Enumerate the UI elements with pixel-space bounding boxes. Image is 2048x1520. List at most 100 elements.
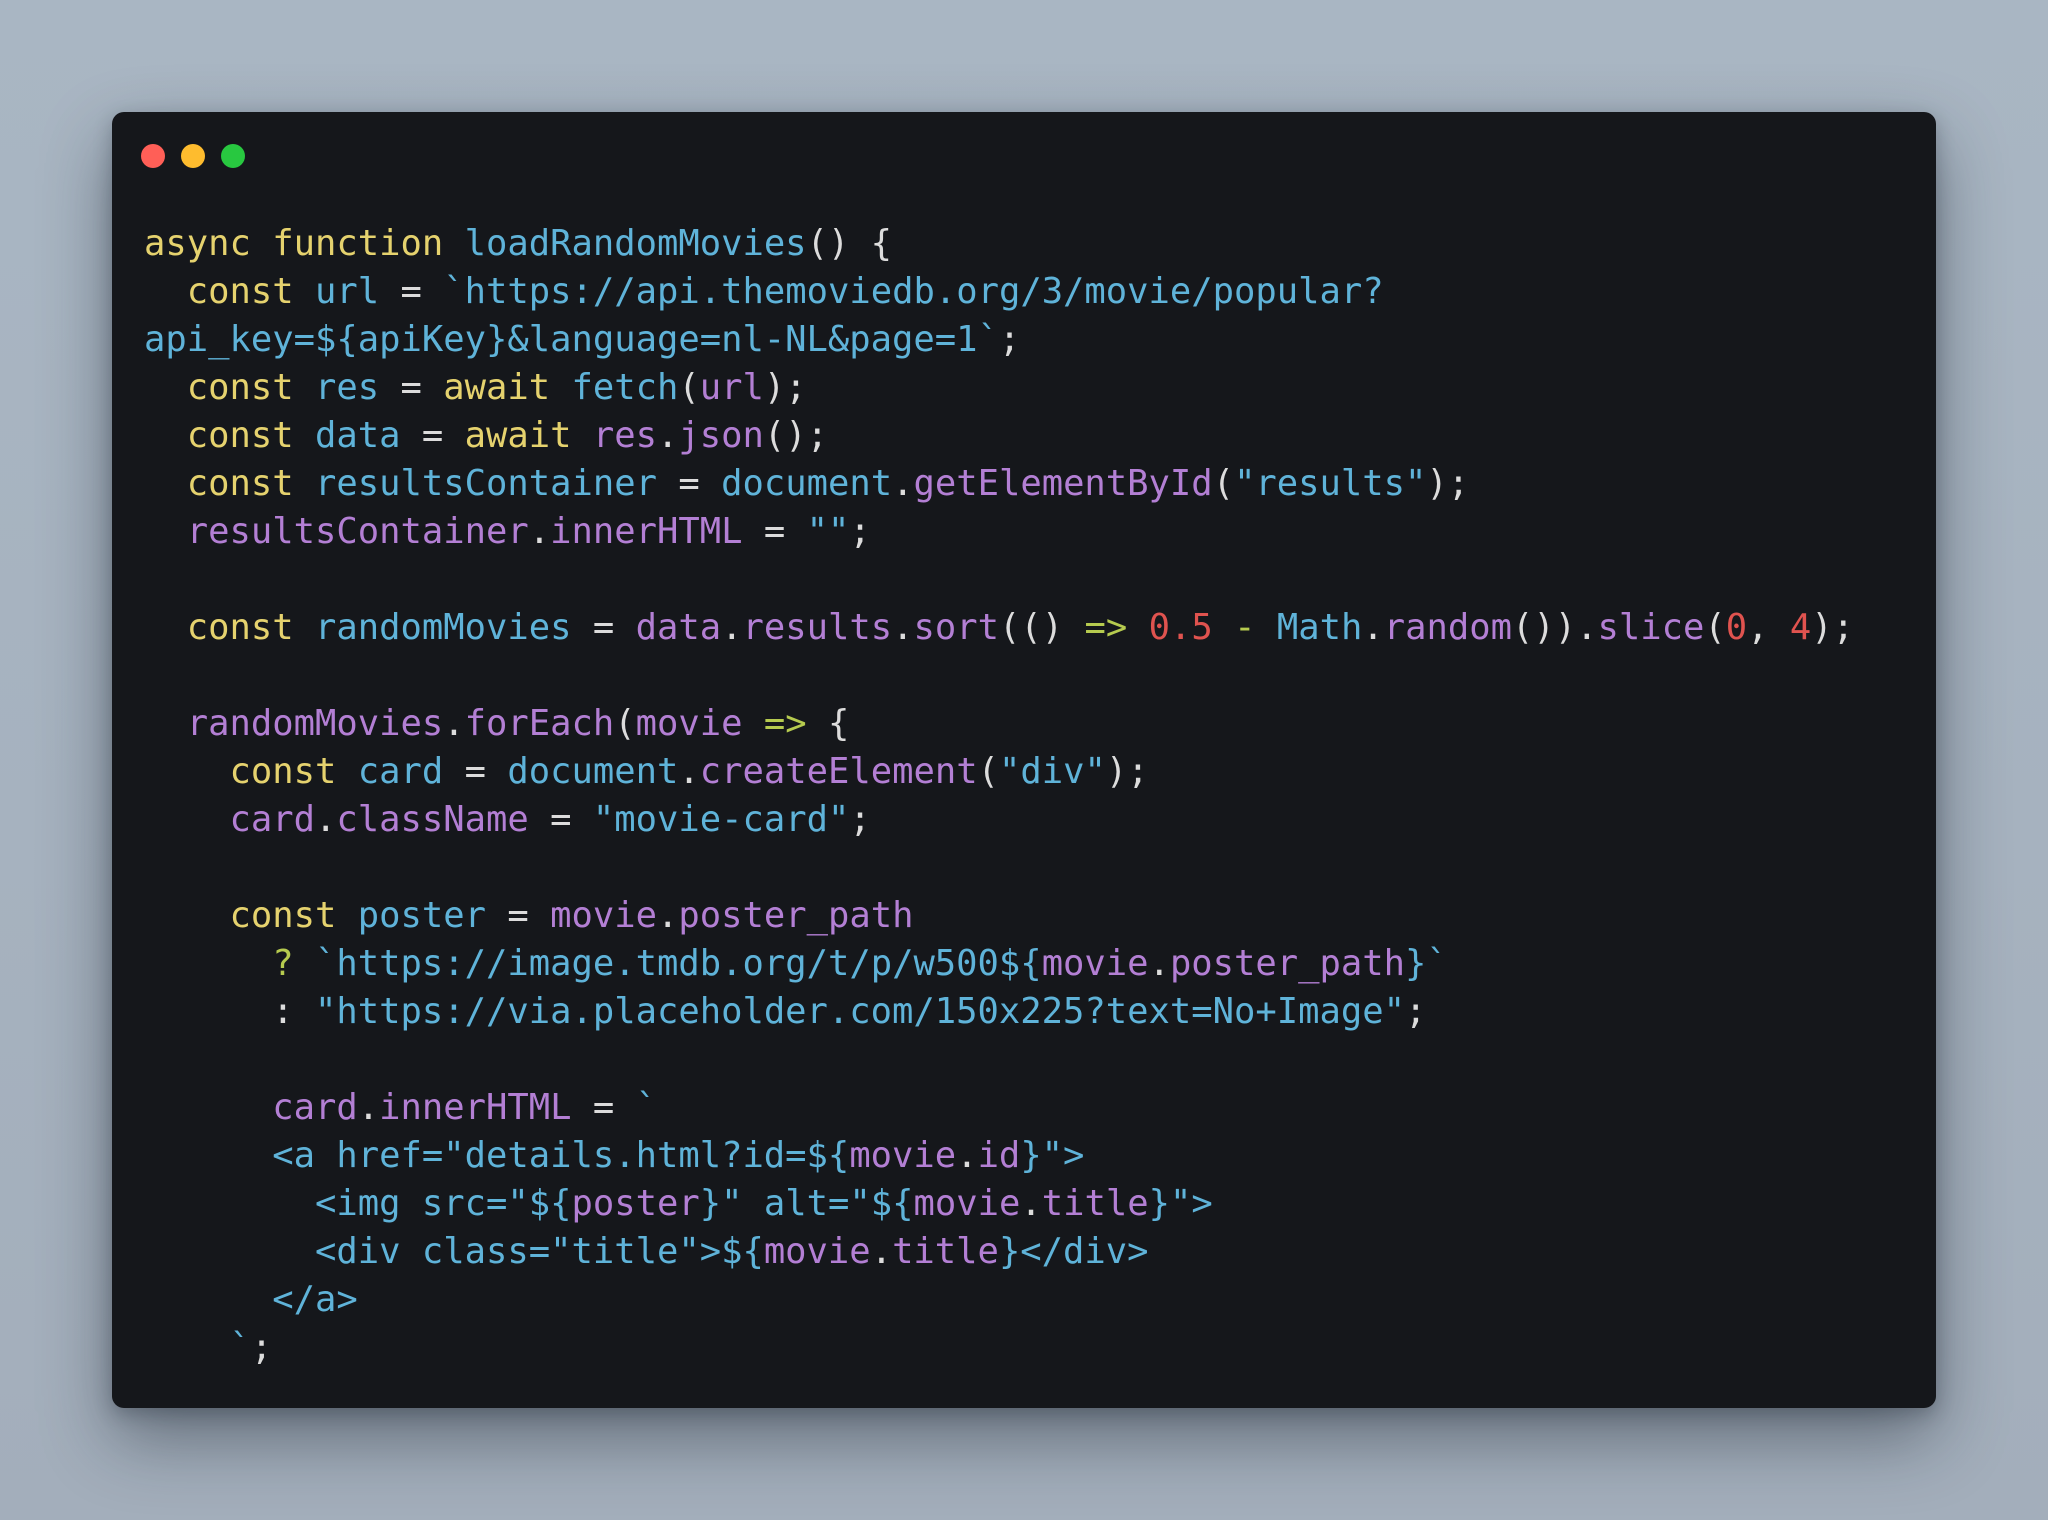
code-token: . xyxy=(315,799,337,840)
code-token: = xyxy=(400,367,444,408)
code-token: url xyxy=(699,367,764,408)
code-token: </a> xyxy=(144,1279,358,1320)
code-line: <div class="title">${movie.title}</div> xyxy=(144,1228,1854,1276)
code-token: . xyxy=(1020,1183,1042,1224)
code-token: const xyxy=(186,415,315,456)
code-token: 0.5 xyxy=(1148,607,1235,648)
code-token: loadRandomMovies xyxy=(464,223,807,264)
code-token: await xyxy=(464,415,593,456)
code-token: = xyxy=(592,607,636,648)
code-token: ` xyxy=(635,1087,657,1128)
code-token: ; xyxy=(849,799,871,840)
code-token: }` xyxy=(1405,943,1448,984)
code-token: . xyxy=(956,1135,978,1176)
code-token: = xyxy=(464,751,508,792)
code-line: </a> xyxy=(144,1276,1854,1324)
code-line: card.innerHTML = ` xyxy=(144,1084,1854,1132)
code-token: innerHTML xyxy=(379,1087,593,1128)
code-token: ()). xyxy=(1511,607,1598,648)
code-token: randomMovies xyxy=(315,607,593,648)
code-token: : xyxy=(144,991,315,1032)
code-token: , xyxy=(1747,607,1790,648)
code-token: getElementById xyxy=(913,463,1213,504)
code-token: . xyxy=(1362,607,1384,648)
code-token: innerHTML xyxy=(550,511,764,552)
code-token: ( xyxy=(977,751,999,792)
code-token: ); xyxy=(1426,463,1470,504)
code-token: results xyxy=(742,607,893,648)
code-token: (() xyxy=(998,607,1085,648)
code-token: movie xyxy=(635,703,764,744)
code-line: const randomMovies = data.results.sort((… xyxy=(144,604,1854,652)
code-token: = xyxy=(763,511,807,552)
code-token: => xyxy=(1084,607,1149,648)
close-button-icon[interactable] xyxy=(141,144,165,168)
code-token: . xyxy=(892,607,914,648)
code-token: . xyxy=(443,703,465,744)
code-line: const data = await res.json(); xyxy=(144,412,1854,460)
code-token: data xyxy=(635,607,722,648)
code-token: . xyxy=(657,415,679,456)
code-token: . xyxy=(721,607,743,648)
code-token: document xyxy=(721,463,893,504)
code-token: movie xyxy=(763,1231,871,1272)
code-token: card xyxy=(357,751,465,792)
code-token: const xyxy=(186,607,315,648)
code-token: }" alt="${ xyxy=(699,1183,914,1224)
code-token: 4 xyxy=(1789,607,1812,648)
code-token: ); xyxy=(1105,751,1149,792)
code-window: async function loadRandomMovies() { cons… xyxy=(112,112,1936,1408)
code-token: poster xyxy=(571,1183,700,1224)
code-token: title xyxy=(892,1231,999,1272)
code-token: createElement xyxy=(699,751,978,792)
code-token: `https://api.themoviedb.org/3/movie/popu… xyxy=(443,271,1384,312)
code-token: . xyxy=(678,751,700,792)
code-token: className xyxy=(336,799,551,840)
code-token: . xyxy=(870,1231,893,1272)
code-line: api_key=${apiKey}&language=nl-NL&page=1`… xyxy=(144,316,1854,364)
code-token: = xyxy=(421,415,465,456)
code-line: const card = document.createElement("div… xyxy=(144,748,1854,796)
code-block: async function loadRandomMovies() { cons… xyxy=(144,220,1854,1372)
code-token: ; xyxy=(250,1327,273,1368)
code-token: "" xyxy=(806,511,850,552)
code-token: . xyxy=(892,463,914,504)
minimize-button-icon[interactable] xyxy=(181,144,205,168)
code-line: resultsContainer.innerHTML = ""; xyxy=(144,508,1854,556)
code-token: ( xyxy=(1212,463,1235,504)
code-token: json xyxy=(678,415,764,456)
code-line: async function loadRandomMovies() { xyxy=(144,220,1854,268)
code-token: <div class="title">${ xyxy=(144,1231,764,1272)
code-token: async function xyxy=(144,223,465,264)
code-token: ); xyxy=(1811,607,1854,648)
code-token: fetch xyxy=(571,367,679,408)
code-line: const res = await fetch(url); xyxy=(144,364,1854,412)
code-token: }</div> xyxy=(998,1231,1149,1272)
code-token: random xyxy=(1383,607,1512,648)
code-token: . xyxy=(528,511,551,552)
maximize-button-icon[interactable] xyxy=(221,144,245,168)
code-token: const xyxy=(186,271,315,312)
code-token: ; xyxy=(998,319,1021,360)
code-token: forEach xyxy=(464,703,615,744)
code-token: poster_path xyxy=(678,895,914,936)
code-token: sort xyxy=(913,607,999,648)
code-token: 0 xyxy=(1725,607,1748,648)
code-token: . xyxy=(1148,943,1170,984)
code-token: ; xyxy=(1405,991,1427,1032)
code-token: () { xyxy=(806,223,893,264)
code-token: card xyxy=(229,799,316,840)
code-token: title xyxy=(1041,1183,1149,1224)
code-token: { xyxy=(827,703,850,744)
code-token: const xyxy=(229,751,358,792)
